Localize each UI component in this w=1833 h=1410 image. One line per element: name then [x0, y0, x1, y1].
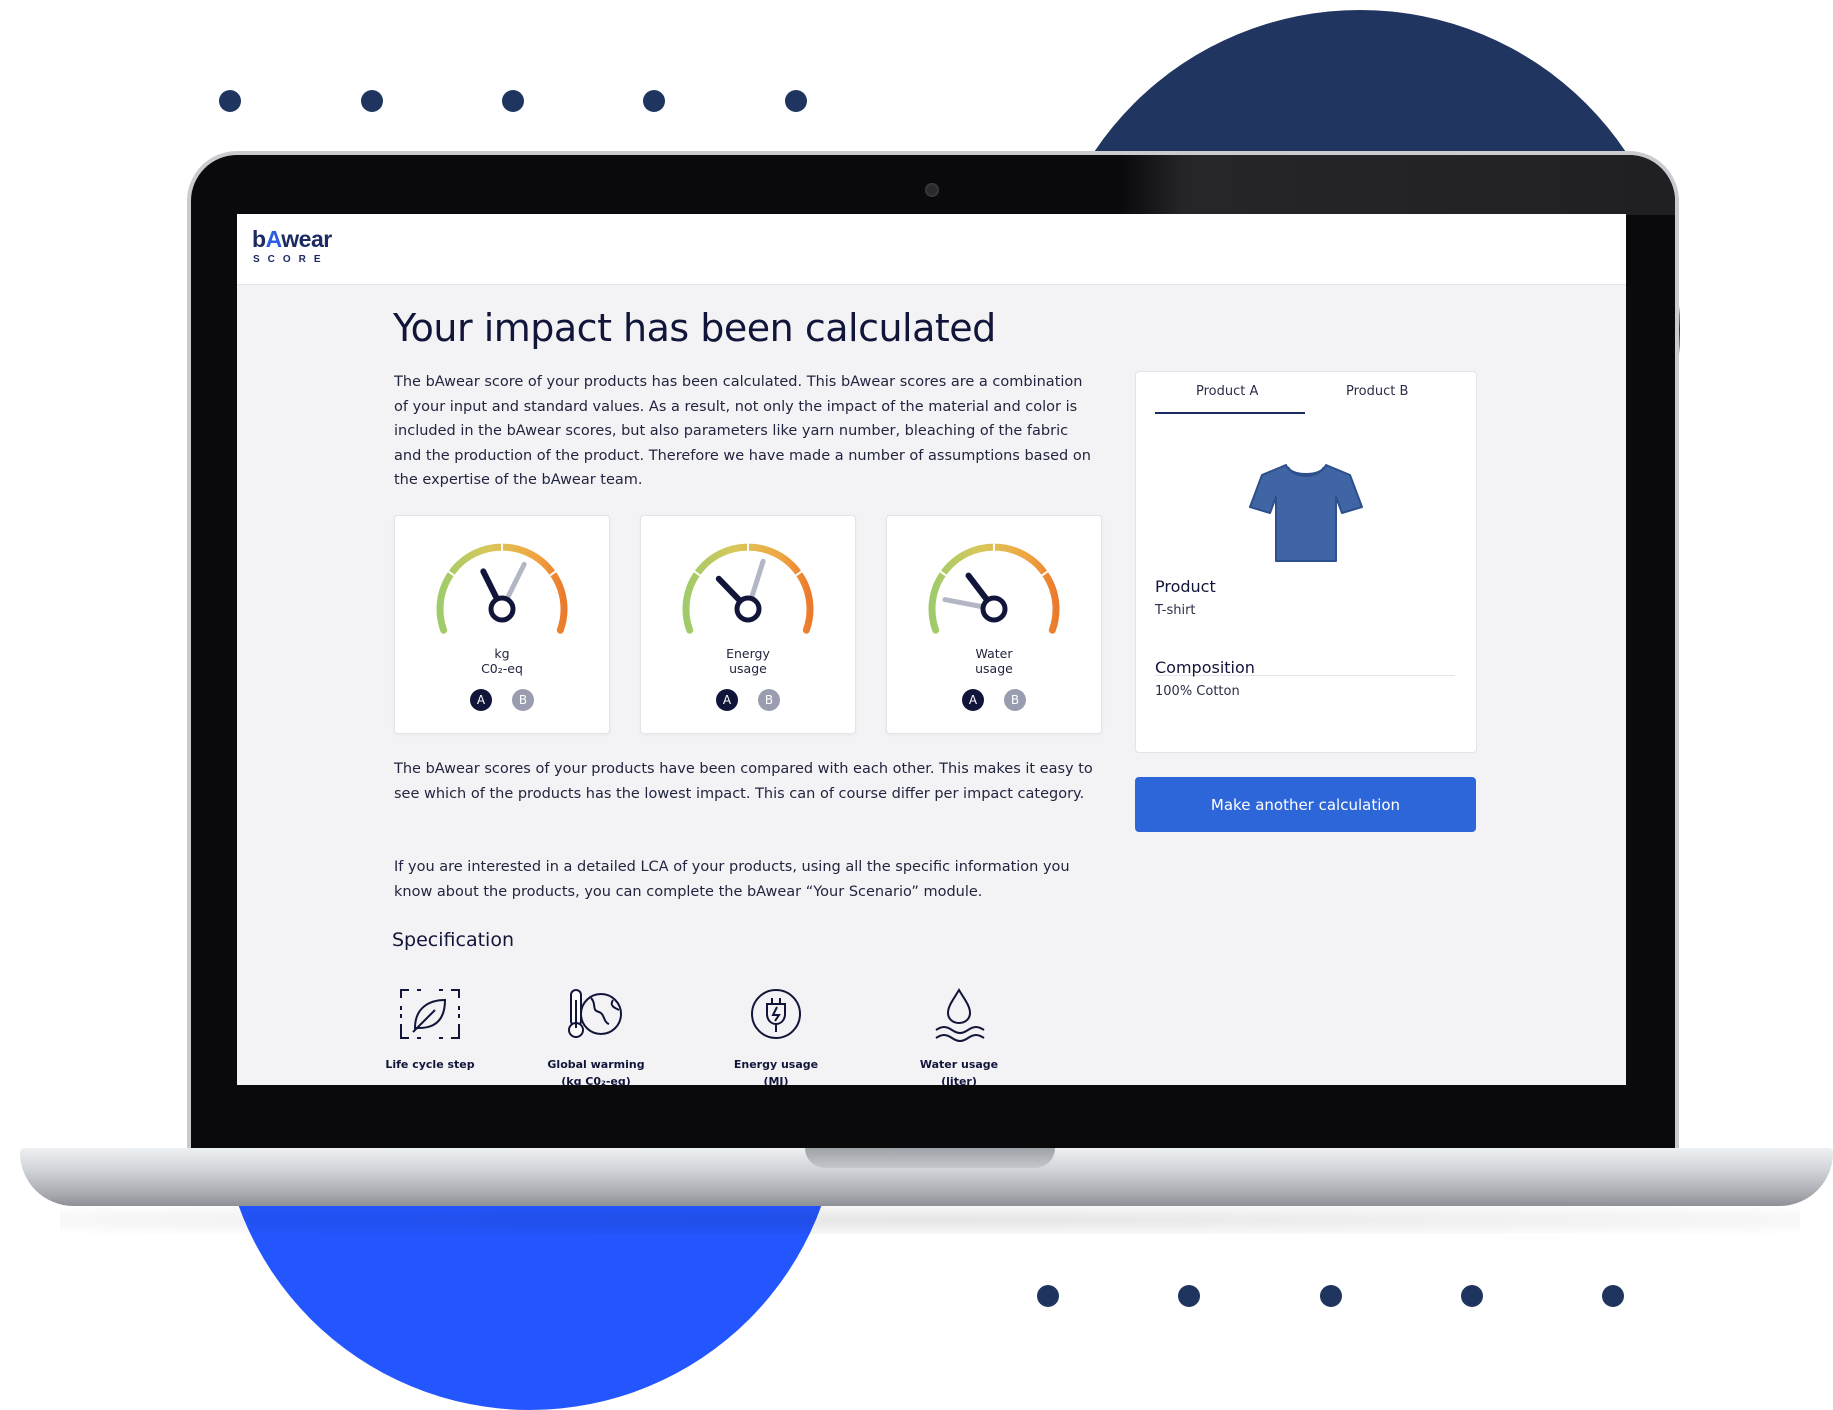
gauge-label-line: usage — [729, 661, 767, 676]
spec-label: Water usage (liter) — [884, 1056, 1034, 1085]
life-cycle-icon — [400, 989, 460, 1039]
gauge-label: Water usage — [887, 646, 1101, 676]
spec-label-line: Life cycle step — [385, 1058, 475, 1071]
water-gauge-dial — [928, 543, 1060, 634]
decorative-dot — [1178, 1285, 1200, 1307]
laptop-base-notch — [805, 1148, 1055, 1168]
composition-field-value: 100% Cotton — [1155, 684, 1240, 699]
logo-tagline: SCORE — [253, 254, 329, 265]
spec-label-line: (kg C0₂-eq) — [561, 1075, 631, 1085]
spec-label: Life cycle step — [355, 1056, 505, 1073]
product-a-badge[interactable]: A — [470, 689, 492, 711]
spec-label-line: (MJ) — [763, 1075, 789, 1085]
gauge-label: kg C0₂-eq — [395, 646, 609, 676]
gauge-card-water: Water usage AB — [886, 515, 1102, 734]
energy-plug-icon — [751, 989, 801, 1039]
spec-label-line: Water usage — [919, 1058, 999, 1071]
gauge-hub — [980, 595, 1008, 623]
spec-label: Global warming (kg C0₂-eq) — [521, 1056, 671, 1085]
decorative-dot — [643, 90, 665, 112]
webcam-icon — [925, 183, 939, 197]
decorative-dot — [502, 90, 524, 112]
decorative-dot — [219, 90, 241, 112]
co2-gauge-dial — [436, 543, 568, 634]
tab-product-b[interactable]: Product B — [1346, 384, 1408, 399]
gauge-card-energy: Energy usage AB — [640, 515, 856, 734]
decorative-dot — [1602, 1285, 1624, 1307]
tshirt-icon — [1249, 464, 1363, 562]
product-badges: AB — [887, 689, 1101, 711]
decorative-dot — [1320, 1285, 1342, 1307]
gauge-hub — [734, 595, 762, 623]
product-a-badge[interactable]: A — [716, 689, 738, 711]
gauge-card-co2: kg C0₂-eq AB — [394, 515, 610, 734]
app-screen: bAwear SCORE Your impact has been calcul… — [237, 214, 1626, 1085]
water-drop-icon — [935, 988, 985, 1042]
decorative-dot — [361, 90, 383, 112]
composition-field-label: Composition — [1155, 658, 1255, 677]
gauge-label-line: kg — [494, 646, 510, 661]
product-b-badge[interactable]: B — [1004, 689, 1026, 711]
product-badges: AB — [395, 689, 609, 711]
gauge-label-line: Water — [975, 646, 1013, 661]
brand-logo[interactable]: bAwear — [252, 226, 332, 253]
product-field-label: Product — [1155, 577, 1216, 596]
make-another-calculation-button[interactable]: Make another calculation — [1135, 777, 1476, 832]
page-title: Your impact has been calculated — [393, 306, 996, 350]
gauge-hub — [488, 595, 516, 623]
gauge-label-line: C0₂-eq — [481, 661, 523, 676]
laptop-shadow — [60, 1206, 1800, 1234]
decorative-dot — [1037, 1285, 1059, 1307]
spec-label: Energy usage (MJ) — [701, 1056, 851, 1085]
specification-title: Specification — [392, 929, 514, 951]
energy-gauge-dial — [682, 543, 814, 634]
logo-text: b — [252, 226, 266, 252]
logo-text: wear — [281, 226, 332, 252]
product-a-badge[interactable]: A — [962, 689, 984, 711]
tab-product-a[interactable]: Product A — [1196, 384, 1258, 399]
comparison-paragraph: The bAwear scores of your products have … — [394, 761, 1093, 802]
spec-label-line: Energy usage — [733, 1058, 819, 1071]
product-badges: AB — [641, 689, 855, 711]
logo-accent-letter: A — [265, 226, 282, 252]
laptop-lid-reflection — [1120, 155, 1675, 215]
product-field-value: T-shirt — [1155, 603, 1196, 618]
decorative-dot — [1461, 1285, 1483, 1307]
product-b-badge[interactable]: B — [512, 689, 534, 711]
global-warming-icon — [568, 989, 622, 1038]
active-tab-indicator — [1155, 412, 1305, 414]
top-bar: bAwear SCORE — [237, 214, 1626, 285]
gauge-label-line: Energy — [726, 646, 770, 661]
product-card: Product A Product B Product T-shirt Comp… — [1135, 371, 1477, 753]
product-b-badge[interactable]: B — [758, 689, 780, 711]
spec-label-line: (liter) — [941, 1075, 977, 1085]
gauge-label: Energy usage — [641, 646, 855, 676]
spec-label-line: Global warming — [547, 1058, 645, 1071]
decorative-dot — [785, 90, 807, 112]
intro-paragraph: The bAwear score of your products has be… — [394, 374, 1091, 488]
lca-paragraph: If you are interested in a detailed LCA … — [394, 859, 1070, 900]
gauge-label-line: usage — [975, 661, 1013, 676]
